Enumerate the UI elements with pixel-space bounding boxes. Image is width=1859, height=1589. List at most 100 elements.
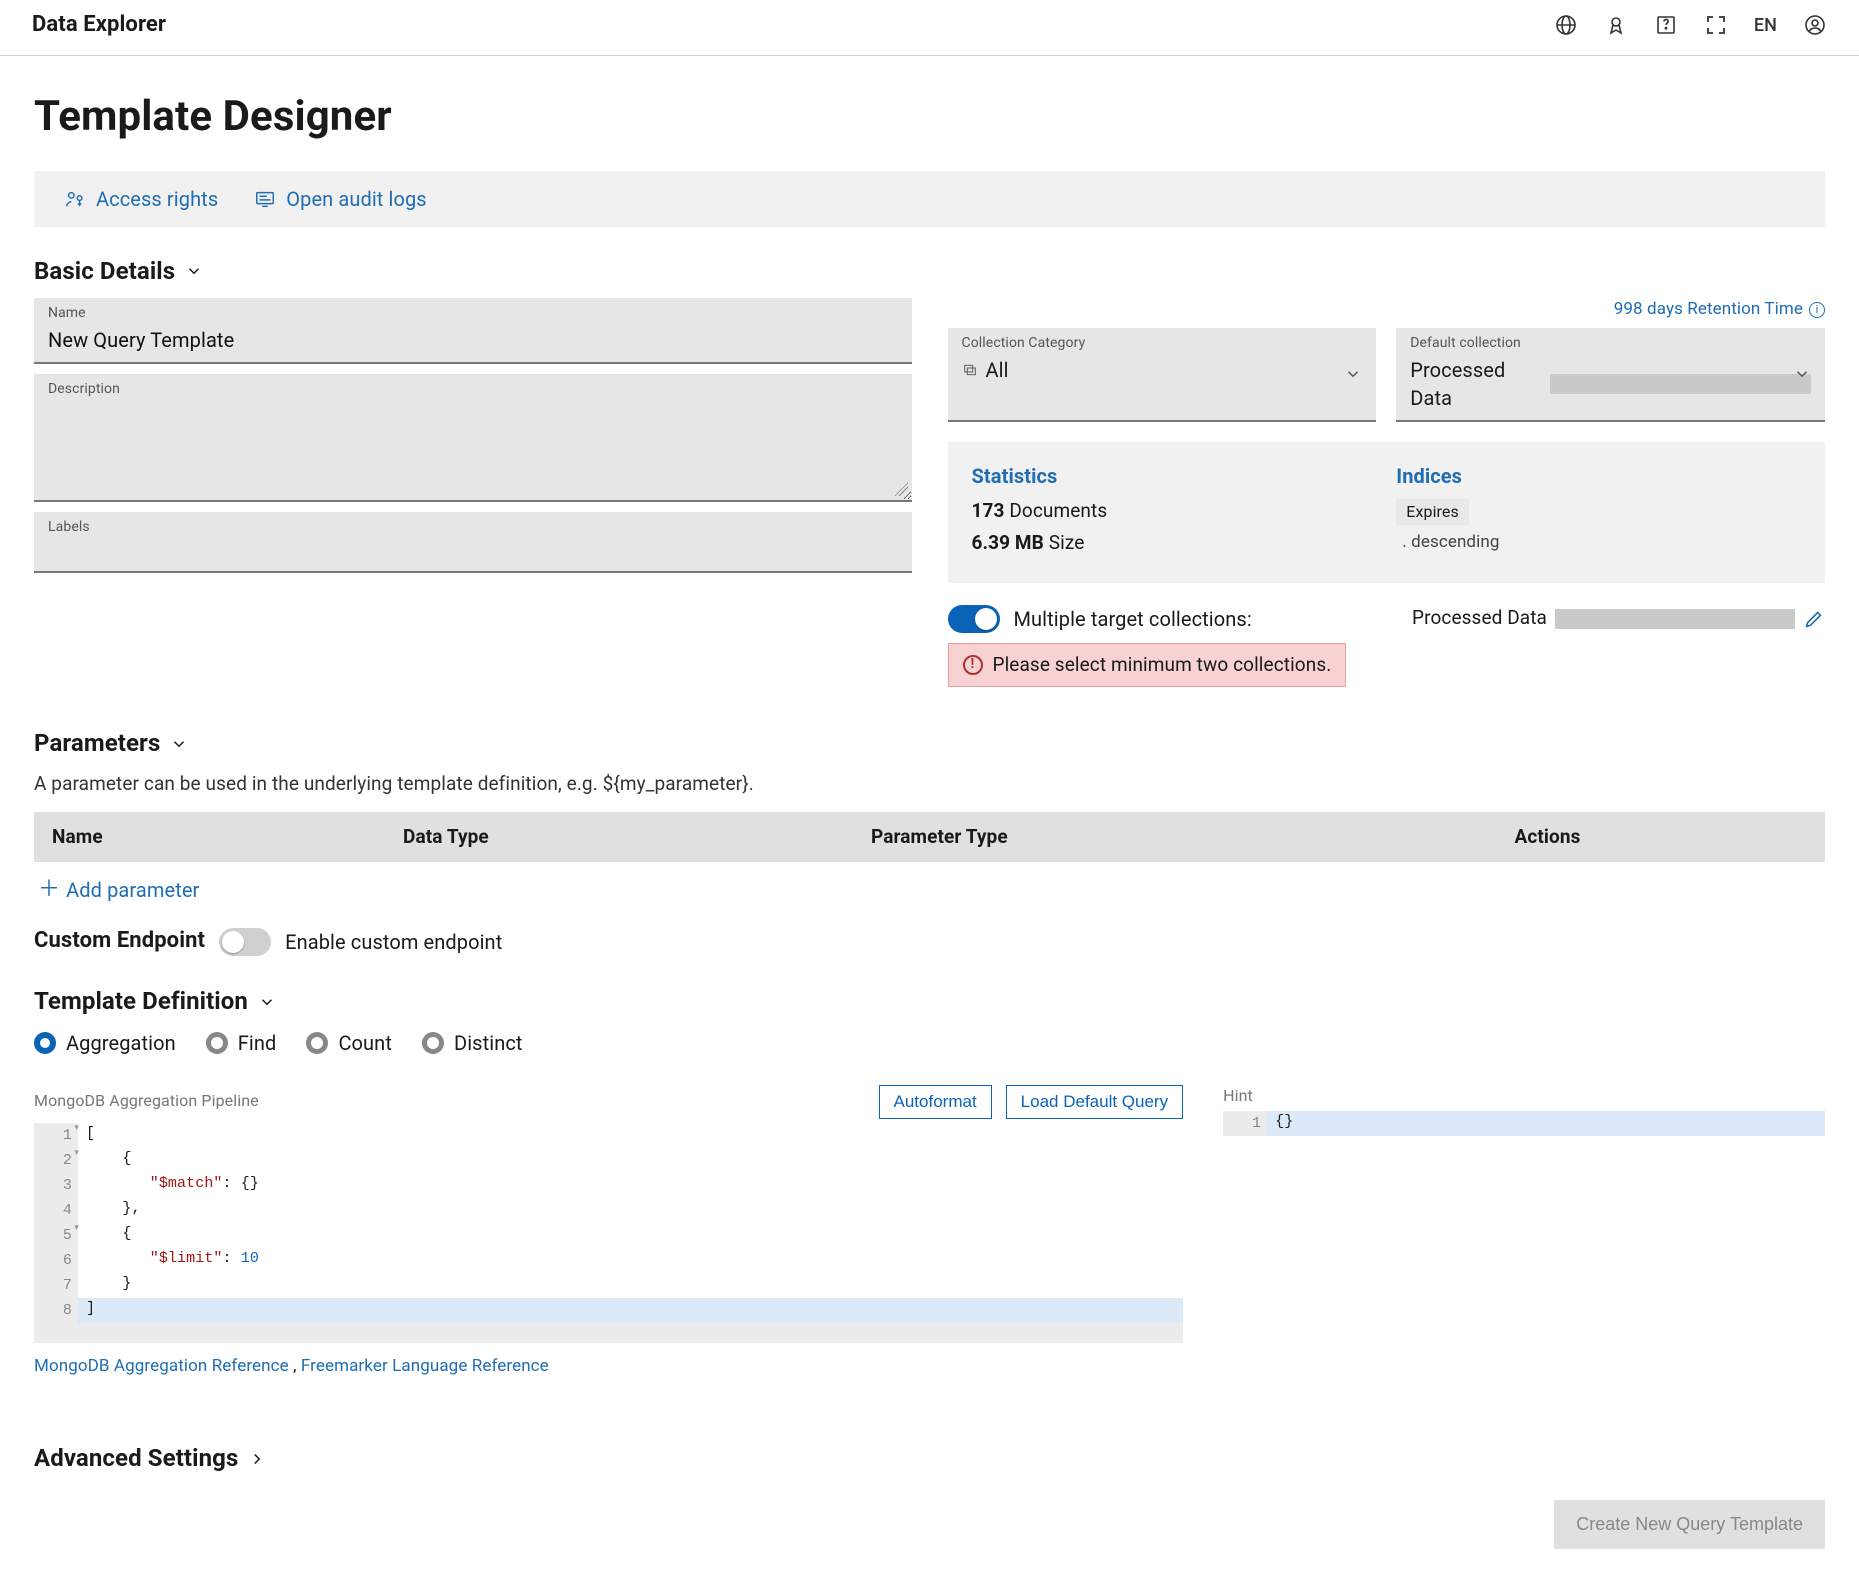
hint-label: Hint: [1223, 1085, 1253, 1107]
list-monitor-icon: [254, 188, 276, 210]
col-actions: Actions: [1515, 824, 1808, 851]
audit-logs-link[interactable]: Open audit logs: [254, 185, 426, 213]
redacted-text: [1550, 374, 1811, 394]
section-basic-label: Basic Details: [34, 255, 175, 289]
custom-endpoint-toggle[interactable]: [219, 928, 271, 956]
language-switch[interactable]: EN: [1754, 13, 1777, 38]
badge-icon[interactable]: [1604, 13, 1628, 37]
radio-label: Count: [338, 1029, 392, 1057]
mongo-ref-link[interactable]: MongoDB Aggregation Reference: [34, 1356, 289, 1376]
chevron-down-icon: [170, 735, 188, 753]
indices-heading: Indices: [1396, 462, 1801, 490]
size-value: 6.39 MB: [972, 531, 1044, 554]
section-advanced[interactable]: Advanced Settings: [34, 1442, 1825, 1476]
idx-direction: descending: [1411, 532, 1499, 552]
size-label: Size: [1049, 531, 1085, 554]
section-template-definition-label: Template Definition: [34, 985, 248, 1019]
editor-label: MongoDB Aggregation Pipeline: [34, 1090, 259, 1112]
collection-category-value: All: [986, 356, 1009, 384]
error-text: Please select minimum two collections.: [993, 652, 1332, 679]
radio-aggregation[interactable]: Aggregation: [34, 1029, 176, 1057]
plus-icon: ＋: [38, 879, 60, 901]
warning-icon: !: [963, 655, 983, 675]
description-label: Description: [48, 380, 898, 400]
name-label: Name: [48, 304, 898, 324]
custom-endpoint-label: Enable custom endpoint: [285, 928, 502, 956]
multi-collections-toggle[interactable]: [948, 605, 1000, 633]
params-table: Name Data Type Parameter Type Actions: [34, 812, 1825, 863]
col-ptype: Parameter Type: [871, 824, 1515, 851]
section-template-definition[interactable]: Template Definition: [34, 985, 1825, 1019]
query-type-radios: Aggregation Find Count Distinct: [34, 1029, 1825, 1057]
min-collections-error: ! Please select minimum two collections.: [948, 643, 1347, 688]
radio-find[interactable]: Find: [206, 1029, 277, 1057]
freemarker-ref-link[interactable]: Freemarker Language Reference: [301, 1356, 549, 1376]
retention-time: 998 days Retention Time i: [948, 298, 1826, 322]
access-rights-label: Access rights: [96, 185, 218, 213]
radio-dot-icon: [34, 1032, 56, 1054]
radio-label: Distinct: [454, 1029, 523, 1057]
section-parameters[interactable]: Parameters: [34, 727, 1825, 761]
add-parameter-label: Add parameter: [66, 876, 199, 904]
index-chip: Expires: [1396, 499, 1469, 525]
section-basic-details[interactable]: Basic Details: [34, 255, 1825, 289]
labels-label: Labels: [48, 518, 898, 538]
hint-editor[interactable]: 1{}: [1223, 1111, 1825, 1136]
redacted-text: [1555, 609, 1795, 629]
name-value: New Query Template: [48, 326, 898, 354]
pencil-icon[interactable]: [1803, 608, 1825, 630]
user-icon[interactable]: [1803, 13, 1827, 37]
access-rights-link[interactable]: Access rights: [64, 185, 218, 213]
name-field[interactable]: Name New Query Template: [34, 298, 912, 364]
stats-heading: Statistics: [972, 462, 1377, 490]
radio-distinct[interactable]: Distinct: [422, 1029, 523, 1057]
description-field[interactable]: Description: [34, 374, 912, 502]
col-dtype: Data Type: [403, 824, 871, 851]
info-icon[interactable]: i: [1809, 302, 1825, 318]
retention-text: 998 days Retention Time: [1614, 298, 1803, 322]
action-strip: Access rights Open audit logs: [34, 171, 1825, 227]
create-template-button[interactable]: Create New Query Template: [1554, 1500, 1825, 1549]
autoformat-button[interactable]: Autoformat: [879, 1085, 992, 1119]
radio-dot-icon: [422, 1032, 444, 1054]
globe-icon[interactable]: [1554, 13, 1578, 37]
stats-panel: Statistics 173 Documents 6.39 MB Size In…: [948, 442, 1826, 583]
radio-count[interactable]: Count: [306, 1029, 392, 1057]
collection-category-label: Collection Category: [962, 334, 1363, 354]
description-value: [48, 401, 898, 425]
chevron-down-icon: [258, 993, 276, 1011]
load-default-button[interactable]: Load Default Query: [1006, 1085, 1183, 1119]
app-title: Data Explorer: [32, 10, 166, 41]
add-parameter-button[interactable]: ＋ Add parameter: [38, 876, 199, 904]
help-book-icon[interactable]: [1654, 13, 1678, 37]
radio-label: Aggregation: [66, 1029, 176, 1057]
multi-collections-value: Processed Data: [1412, 605, 1547, 632]
page-title: Template Designer: [34, 88, 1825, 147]
chevron-right-icon: [248, 1450, 266, 1468]
chevron-down-icon: [1344, 365, 1362, 383]
col-name: Name: [52, 824, 403, 851]
labels-value: [48, 539, 898, 563]
pipeline-editor[interactable]: 1▾[2▾ {3 "$match": {}4 },5▾ {6 "$limit":…: [34, 1123, 1183, 1323]
multi-collections-label: Multiple target collections:: [1014, 605, 1252, 633]
params-hint: A parameter can be used in the underlyin…: [34, 771, 1825, 798]
audit-logs-label: Open audit logs: [286, 185, 426, 213]
fullscreen-icon[interactable]: [1704, 13, 1728, 37]
radio-label: Find: [238, 1029, 277, 1057]
stack-icon: [962, 362, 978, 378]
default-collection-select[interactable]: Default collection Processed Data: [1396, 328, 1825, 422]
docs-label: Documents: [1009, 499, 1107, 522]
radio-dot-icon: [306, 1032, 328, 1054]
radio-dot-icon: [206, 1032, 228, 1054]
default-collection-label: Default collection: [1410, 334, 1811, 354]
ref-sep: ,: [289, 1356, 301, 1376]
hint-code-line: {}: [1267, 1111, 1825, 1136]
docs-count: 173: [972, 499, 1005, 522]
default-collection-value: Processed Data: [1410, 356, 1542, 412]
custom-endpoint-title: Custom Endpoint: [34, 926, 205, 957]
idx-prefix: .: [1402, 532, 1411, 552]
collection-category-select[interactable]: Collection Category All: [948, 328, 1377, 422]
section-advanced-label: Advanced Settings: [34, 1442, 238, 1476]
labels-field[interactable]: Labels: [34, 512, 912, 574]
person-key-icon: [64, 188, 86, 210]
